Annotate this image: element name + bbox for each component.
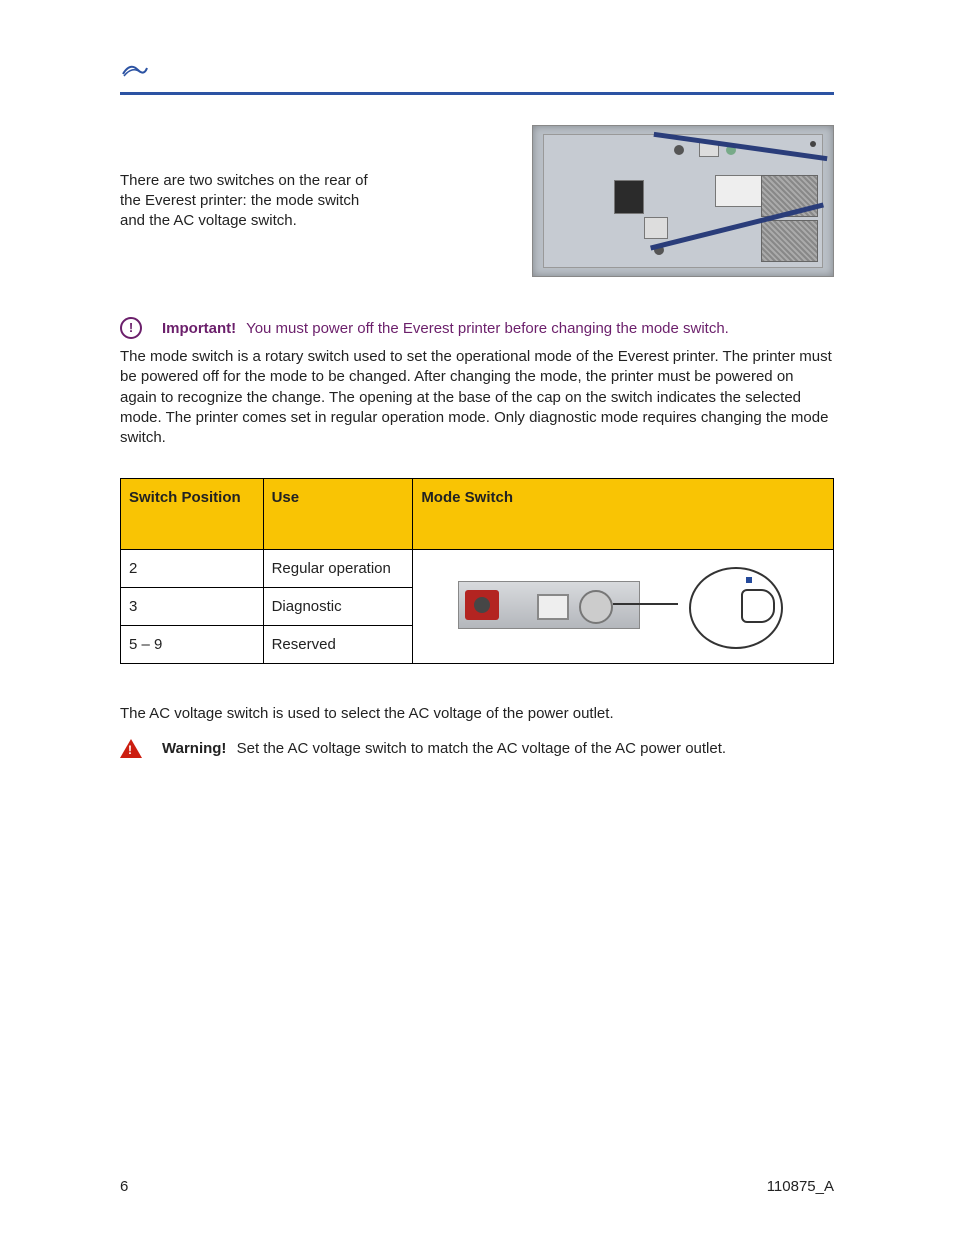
warning-text: Set the AC voltage switch to match the A… [237,740,726,757]
table-header-image: Mode Switch [413,479,834,550]
page-header [120,60,834,95]
table-header-position: Switch Position [121,479,264,550]
page-footer: 6 110875_A [120,1178,834,1195]
cell-use: Reserved [263,626,413,664]
mode-switch-diagram-cell [413,550,834,664]
brand-logo-icon [120,60,150,86]
cell-use: Regular operation [263,550,413,588]
mode-switch-table: Switch Position Use Mode Switch 2 Regula… [120,478,834,664]
cell-pos: 2 [121,550,264,588]
cell-use: Diagnostic [263,588,413,626]
ac-voltage-description: The AC voltage switch is used to select … [120,704,834,724]
page-number: 6 [120,1178,128,1195]
cell-pos: 3 [121,588,264,626]
table-header-use: Use [263,479,413,550]
important-text: You must power off the Everest printer b… [246,320,729,337]
ac-voltage-warning: Warning! Set the AC voltage switch to ma… [120,739,834,758]
mode-switch-important-note: ! Important! You must power off the Ever… [120,317,834,339]
warning-label: Warning! [162,740,226,757]
printer-rear-photo [532,125,834,277]
mode-switch-description: The mode switch is a rotary switch used … [120,347,834,448]
intro-paragraph: There are two switches on the rear of th… [120,171,370,232]
mode-switch-diagram [458,567,788,647]
document-id: 110875_A [767,1178,834,1195]
important-icon: ! [120,317,142,339]
important-label: Important! [162,320,236,337]
warning-icon [120,739,142,758]
table-row: 2 Regular operation [121,550,834,588]
cell-pos: 5 – 9 [121,626,264,664]
